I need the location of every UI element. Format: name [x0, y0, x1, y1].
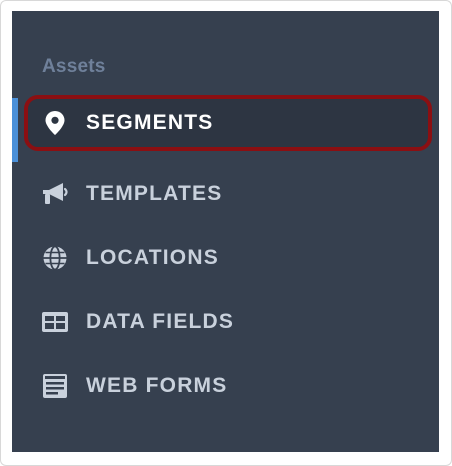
- map-pin-icon: [41, 109, 69, 137]
- form-icon: [41, 372, 69, 400]
- table-icon: [41, 308, 69, 336]
- sidebar-item-label: WEB FORMS: [86, 374, 228, 397]
- sidebar-item-data-fields[interactable]: DATA FIELDS: [24, 294, 432, 350]
- sidebar-item-segments[interactable]: SEGMENTS: [24, 95, 432, 151]
- section-title-assets: Assets: [42, 56, 106, 77]
- sidebar-item-label: LOCATIONS: [86, 246, 219, 269]
- sidebar-item-label: TEMPLATES: [86, 182, 223, 205]
- sidebar-panel: Assets SEGMENTS TEMPLATES LOCATIONS DATA…: [12, 11, 439, 452]
- megaphone-icon: [41, 180, 69, 208]
- sidebar-item-label: SEGMENTS: [86, 111, 214, 134]
- sidebar-item-templates[interactable]: TEMPLATES: [24, 166, 432, 222]
- active-indicator: [12, 98, 18, 162]
- sidebar-item-label: DATA FIELDS: [86, 310, 235, 333]
- globe-icon: [41, 244, 69, 272]
- screenshot-frame: Assets SEGMENTS TEMPLATES LOCATIONS DATA…: [0, 0, 452, 466]
- sidebar-item-web-forms[interactable]: WEB FORMS: [24, 358, 432, 414]
- sidebar-item-locations[interactable]: LOCATIONS: [24, 230, 432, 286]
